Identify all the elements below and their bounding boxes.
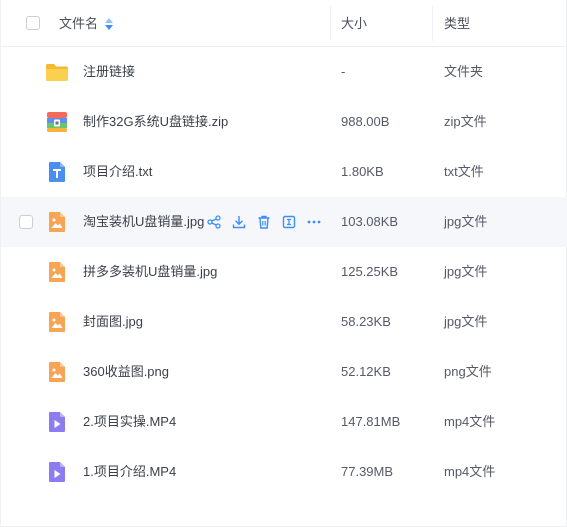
file-type: 文件夹 (444, 64, 484, 79)
file-size: 1.80KB (341, 164, 384, 179)
file-type: png文件 (444, 364, 492, 379)
file-size: 125.25KB (341, 264, 399, 279)
file-name[interactable]: 1.项目介绍.MP4 (83, 447, 176, 497)
column-header-type[interactable]: 类型 (444, 0, 470, 47)
file-name[interactable]: 项目介绍.txt (83, 147, 152, 197)
file-list-panel: 文件名 大小 类型 注册链接 - 文件夹 制作32G系统U盘链接.zip 988… (0, 0, 567, 527)
more-icon[interactable] (306, 214, 322, 230)
rename-icon[interactable] (281, 214, 297, 230)
download-icon[interactable] (231, 214, 247, 230)
column-divider (432, 6, 433, 41)
file-size: 103.08KB (341, 214, 399, 229)
column-header-size[interactable]: 大小 (341, 0, 367, 47)
sort-icon[interactable] (105, 18, 113, 30)
image-file-icon (49, 362, 65, 382)
file-row[interactable]: 2.项目实操.MP4 147.81MB mp4文件 (1, 397, 567, 447)
select-all-checkbox[interactable] (26, 16, 40, 30)
column-header-name[interactable]: 文件名 (59, 0, 98, 47)
file-name[interactable]: 制作32G系统U盘链接.zip (83, 97, 228, 147)
file-type: jpg文件 (444, 314, 488, 329)
video-file-icon (49, 462, 65, 482)
file-row[interactable]: 拼多多装机U盘销量.jpg 125.25KB jpg文件 (1, 247, 567, 297)
row-checkbox[interactable] (19, 215, 33, 229)
file-type: mp4文件 (444, 414, 496, 429)
file-name[interactable]: 淘宝装机U盘销量.jpg (83, 197, 204, 247)
file-size: 52.12KB (341, 364, 391, 379)
file-size: 77.39MB (341, 464, 394, 479)
file-row[interactable]: 1.项目介绍.MP4 77.39MB mp4文件 (1, 447, 567, 497)
file-row[interactable]: 项目介绍.txt 1.80KB txt文件 (1, 147, 567, 197)
file-size: 988.00B (341, 114, 390, 129)
txt-file-icon (49, 162, 65, 182)
file-type: txt文件 (444, 164, 484, 179)
file-type: jpg文件 (444, 264, 488, 279)
folder-icon (46, 64, 68, 81)
file-name[interactable]: 360收益图.png (83, 347, 169, 397)
file-row[interactable]: 360收益图.png 52.12KB png文件 (1, 347, 567, 397)
file-type: zip文件 (444, 114, 487, 129)
image-file-icon (49, 312, 65, 332)
file-size: 58.23KB (341, 314, 391, 329)
file-list-header: 文件名 大小 类型 (1, 0, 567, 47)
file-name[interactable]: 注册链接 (83, 47, 135, 97)
file-name[interactable]: 拼多多装机U盘销量.jpg (83, 247, 217, 297)
image-file-icon (49, 262, 65, 282)
file-name[interactable]: 2.项目实操.MP4 (83, 397, 176, 447)
image-file-icon (49, 212, 65, 232)
file-size: - (341, 64, 346, 79)
file-row[interactable]: 封面图.jpg 58.23KB jpg文件 (1, 297, 567, 347)
delete-icon[interactable] (256, 214, 272, 230)
video-file-icon (49, 412, 65, 432)
file-row[interactable]: 注册链接 - 文件夹 (1, 47, 567, 97)
file-row[interactable]: 制作32G系统U盘链接.zip 988.00B zip文件 (1, 97, 567, 147)
file-row[interactable]: 淘宝装机U盘销量.jpg 103.08KB jpg文件 (1, 197, 567, 247)
zip-file-icon (47, 112, 67, 132)
file-type: jpg文件 (444, 214, 488, 229)
file-name[interactable]: 封面图.jpg (83, 297, 143, 347)
share-icon[interactable] (206, 214, 222, 230)
file-type: mp4文件 (444, 464, 496, 479)
column-divider (330, 6, 331, 41)
file-size: 147.81MB (341, 414, 401, 429)
